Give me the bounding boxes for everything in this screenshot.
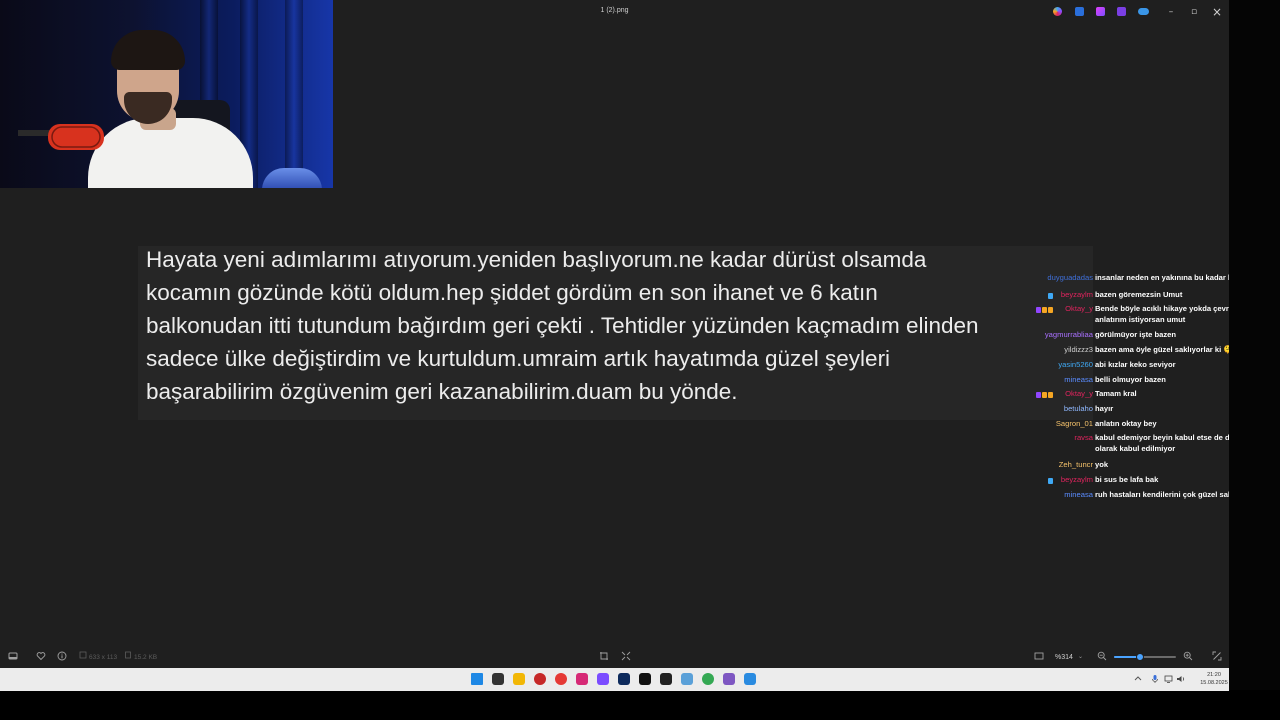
zoom-out-icon[interactable] <box>1097 651 1107 665</box>
photoshop-icon[interactable] <box>618 673 630 685</box>
chat-badges <box>1048 476 1054 487</box>
chevron-down-icon[interactable]: ⌄ <box>1078 651 1083 663</box>
actual-size-icon[interactable] <box>1034 651 1044 665</box>
image-dimensions-icon <box>79 651 87 663</box>
chat-badge-icon <box>1036 392 1041 398</box>
file-explorer-icon[interactable] <box>513 673 525 685</box>
volume-icon[interactable] <box>1176 674 1186 687</box>
taskbar: 21:20 15.08.2025 <box>0 668 1229 691</box>
blue-lamp <box>262 168 322 188</box>
image-text-line: balkonudan itti tutundum bağırdım geri ç… <box>146 313 979 338</box>
chat-username[interactable]: ravsa <box>1074 432 1093 443</box>
onedrive-icon[interactable] <box>1138 8 1149 15</box>
image-text-line: kocamın gözünde kötü oldum.hep şiddet gö… <box>146 280 878 305</box>
chat-badge-icon <box>1048 392 1053 398</box>
chat-username[interactable]: yasin5260 <box>1058 359 1093 370</box>
capcut-icon[interactable] <box>660 673 672 685</box>
image-text-line: başarabilirim özgüvenim geri kazanabilir… <box>146 379 738 404</box>
minimize-button[interactable]: – <box>1163 4 1179 20</box>
chat-username[interactable]: yagmurrabliaa <box>1045 329 1093 340</box>
filmstrip-icon[interactable] <box>8 651 18 665</box>
chat-username[interactable]: mineasa <box>1064 489 1093 500</box>
streamer-hair <box>111 30 185 70</box>
task-view-icon[interactable] <box>492 673 504 685</box>
chat-badge-icon <box>1042 392 1047 398</box>
curtain-fold <box>285 0 303 188</box>
screen-edge <box>1229 0 1280 690</box>
displayed-image: Hayata yeni adımlarımı atıyorum.yeniden … <box>138 246 1093 420</box>
clock-time: 21:20 <box>1207 672 1221 678</box>
copilot-icon[interactable] <box>1053 7 1062 16</box>
microphone-icon <box>18 124 104 150</box>
instagram-icon[interactable] <box>576 673 588 685</box>
info-icon[interactable] <box>57 651 67 665</box>
zoom-slider-thumb[interactable] <box>1136 653 1145 661</box>
chat-badges <box>1036 305 1054 316</box>
edit-icon[interactable] <box>1075 7 1084 16</box>
zoom-percentage[interactable]: %314 <box>1055 652 1073 664</box>
letterbox-bar <box>0 691 1280 720</box>
chat-username[interactable]: beyzaylm <box>1061 474 1093 485</box>
start-icon[interactable] <box>471 673 483 685</box>
chat-username[interactable]: Zeh_tuncr <box>1059 459 1093 470</box>
chat-username[interactable]: mineasa <box>1064 374 1093 385</box>
messenger-icon[interactable] <box>597 673 609 685</box>
chat-username[interactable]: duyguadadas <box>1047 272 1093 283</box>
zoom-in-icon[interactable] <box>1183 651 1193 665</box>
photos-app-icon[interactable] <box>744 673 756 685</box>
chat-badges <box>1048 291 1054 302</box>
close-button[interactable]: × <box>1209 4 1225 20</box>
opera-icon[interactable] <box>555 673 567 685</box>
clock[interactable]: 21:20 15.08.2025 <box>1200 671 1228 687</box>
app-icon-red[interactable] <box>534 673 546 685</box>
screen: 1 (2).png – ▫ × Hayata yeni adımlarımı a… <box>0 0 1280 720</box>
network-icon[interactable] <box>1164 674 1174 687</box>
favorite-heart-icon[interactable] <box>36 651 46 665</box>
image-text-line: Hayata yeni adımlarımı atıyorum.yeniden … <box>146 247 927 272</box>
chat-badge-icon <box>1042 307 1047 313</box>
image-text: Hayata yeni adımlarımı atıyorum.yeniden … <box>146 246 1091 408</box>
tiktok-icon[interactable] <box>639 673 651 685</box>
chat-username[interactable]: Oktay_y <box>1065 388 1093 399</box>
maximize-button[interactable]: ▫ <box>1186 4 1202 20</box>
chrome-icon[interactable] <box>702 673 714 685</box>
microphone-tray-icon[interactable] <box>1151 674 1159 687</box>
chat-badge-icon <box>1048 478 1053 484</box>
chevron-up-icon[interactable] <box>1134 674 1142 685</box>
chat-badge-icon <box>1048 307 1053 313</box>
chat-badge-icon <box>1048 293 1053 299</box>
chat-username[interactable]: beyzaylm <box>1061 289 1093 300</box>
designer-icon[interactable] <box>1096 7 1105 16</box>
clipchamp-icon[interactable] <box>1117 7 1126 16</box>
chat-username[interactable]: yildizzz3 <box>1064 344 1093 355</box>
full-screen-icon[interactable] <box>1212 651 1222 665</box>
file-size: 15.2 KB <box>134 654 158 661</box>
clock-date: 15.08.2025 <box>1200 680 1228 686</box>
viewer-status-bar: 633 x 113 15.2 KB %314 ⌄ <box>0 646 1229 668</box>
settings-app-icon[interactable] <box>681 673 693 685</box>
webcam-overlay <box>0 0 333 188</box>
app-icon-purple[interactable] <box>723 673 735 685</box>
file-size-icon <box>124 651 132 663</box>
chat-username[interactable]: Sagron_01 <box>1056 418 1093 429</box>
fit-to-window-icon[interactable] <box>621 651 631 665</box>
chat-username[interactable]: Oktay_y <box>1065 303 1093 314</box>
chat-badges <box>1036 390 1054 401</box>
zoom-slider[interactable] <box>1114 653 1176 661</box>
chat-username[interactable]: betulaho <box>1064 403 1093 414</box>
crop-icon[interactable] <box>599 651 609 665</box>
image-text-line: sadece ülke değiştirdim ve kurtuldum.umr… <box>146 346 891 371</box>
image-dimensions: 633 x 113 <box>89 654 118 661</box>
chat-badge-icon <box>1036 307 1041 313</box>
